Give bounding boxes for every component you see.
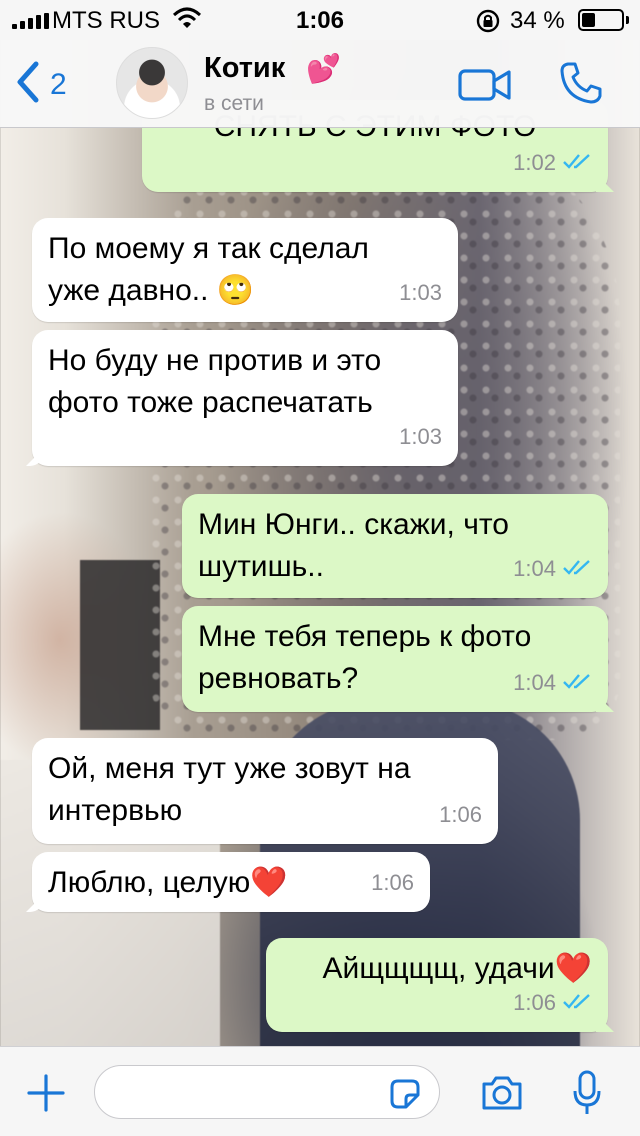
camera-icon [480, 1076, 524, 1115]
video-camera-icon [458, 69, 512, 106]
message-time: 1:04 [513, 670, 556, 695]
rotation-lock-icon [475, 8, 501, 41]
contact-status: в сети [204, 92, 264, 115]
phone-icon [558, 62, 604, 110]
status-bar: MTS RUS 1:06 34 % [0, 0, 640, 40]
attach-button[interactable] [26, 1073, 66, 1118]
chevron-left-icon [14, 60, 40, 109]
battery-level-fill [582, 13, 595, 27]
battery-percentage: 34 % [510, 7, 565, 34]
back-button[interactable]: 2 [14, 60, 67, 109]
message-text: Люблю, целую❤️ [48, 866, 288, 899]
wallpaper-object [80, 560, 160, 730]
message-bubble-incoming[interactable]: Но буду не против и это фото тоже распеч… [26, 330, 458, 466]
message-bubble-outgoing[interactable]: Мин Юнги.. скажи, что шутишь.. 1:04 [182, 494, 608, 598]
contact-name-emoji: 💕 [306, 53, 341, 84]
sticker-icon [388, 1079, 422, 1115]
message-meta: 1:03 [399, 416, 442, 458]
message-time: 1:04 [513, 556, 556, 581]
contact-name[interactable]: Котик [204, 52, 285, 85]
camera-button[interactable] [480, 1075, 524, 1116]
message-meta: 1:02 [513, 142, 592, 184]
message-meta: 1:04 [513, 548, 592, 590]
voice-call-button[interactable] [558, 60, 604, 111]
microphone-button[interactable] [572, 1069, 602, 1122]
chat-header: 2 Котик 💕 в сети [0, 40, 640, 128]
message-meta: 1:03 [399, 272, 442, 314]
video-call-button[interactable] [458, 68, 512, 107]
read-ticks-icon [562, 982, 592, 1024]
message-bubble-outgoing[interactable]: Айщщщщ, удачи❤️ 1:06 [266, 938, 614, 1032]
message-meta: 1:06 [371, 862, 414, 904]
read-ticks-icon [562, 142, 592, 184]
message-meta: 1:04 [513, 662, 592, 704]
unread-count: 2 [50, 67, 67, 101]
message-bubble-incoming[interactable]: По моему я так сделал уже давно.. 🙄 1:03 [32, 218, 458, 322]
message-time: 1:03 [399, 424, 442, 449]
battery-cap [626, 16, 629, 24]
message-text: Но буду не против и это фото тоже распеч… [48, 344, 382, 419]
message-bubble-incoming[interactable]: Люблю, целую❤️ 1:06 [26, 852, 430, 912]
message-text: По моему я так сделал уже давно.. 🙄 [48, 232, 369, 307]
read-ticks-icon [562, 548, 592, 590]
read-ticks-icon [562, 662, 592, 704]
message-bubble-incoming[interactable]: Ой, меня тут уже зовут на интервью 1:06 [32, 738, 498, 844]
message-time: 1:06 [371, 870, 414, 895]
message-time: 1:02 [513, 150, 556, 175]
message-meta: 1:06 [513, 982, 592, 1024]
message-time: 1:06 [439, 802, 482, 827]
message-bubble-outgoing[interactable]: Мне тебя теперь к фото ревновать? 1:04 [182, 606, 614, 712]
plus-icon [26, 1074, 66, 1117]
microphone-icon [572, 1070, 602, 1121]
avatar[interactable] [116, 47, 188, 119]
battery-icon [578, 9, 624, 31]
message-input-bar [0, 1046, 640, 1136]
message-text: Ой, меня тут уже зовут на интервью [48, 752, 411, 827]
message-time: 1:03 [399, 280, 442, 305]
message-meta: 1:06 [439, 794, 482, 836]
sticker-button[interactable] [388, 1077, 422, 1116]
message-time: 1:06 [513, 990, 556, 1015]
